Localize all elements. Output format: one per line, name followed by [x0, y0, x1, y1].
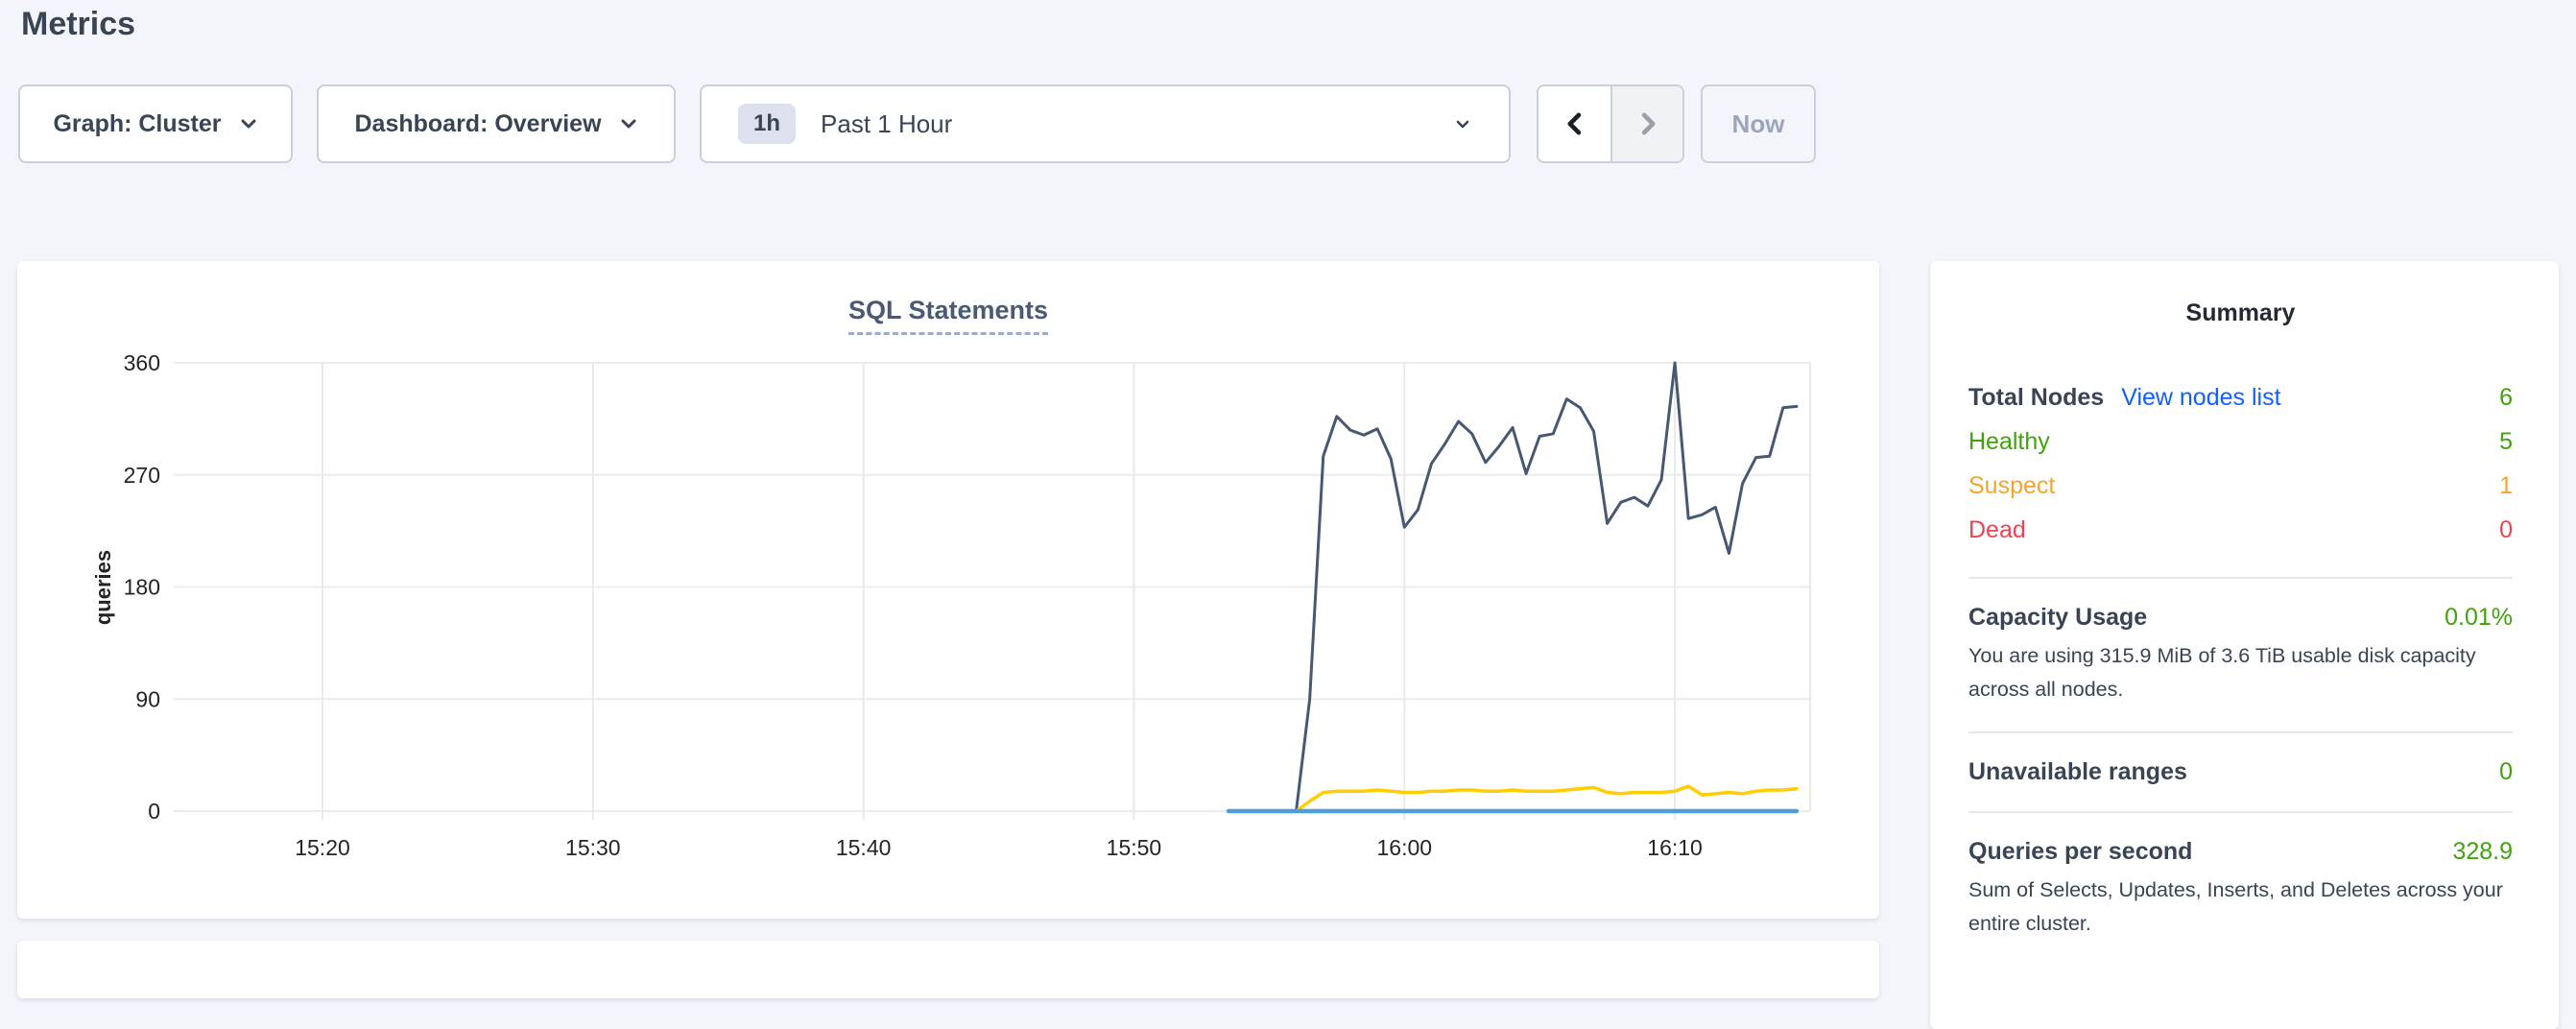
x-tick-label: 15:30: [565, 835, 621, 860]
capacity-usage-row: Capacity Usage 0.01%: [1968, 604, 2513, 632]
page-title: Metrics: [21, 0, 135, 48]
healthy-value: 5: [2499, 428, 2513, 456]
unavailable-ranges-value: 0: [2499, 758, 2513, 786]
dead-nodes-row: Dead 0: [1968, 508, 2513, 552]
summary-title: Summary: [1968, 299, 2513, 327]
view-nodes-list-link[interactable]: View nodes list: [2121, 384, 2280, 412]
time-range-dropdown[interactable]: 1h Past 1 Hour: [700, 84, 1511, 163]
queries-per-second-description: Sum of Selects, Updates, Inserts, and De…: [1968, 873, 2513, 941]
total-nodes-value: 6: [2499, 384, 2513, 412]
x-tick-label: 16:10: [1647, 835, 1703, 860]
total-nodes-label: Total Nodes: [1968, 384, 2104, 412]
y-tick-label: 180: [124, 575, 160, 600]
time-window-badge: 1h: [738, 104, 796, 144]
chevron-down-icon: [239, 114, 258, 133]
total-nodes-row: Total Nodes View nodes list 6: [1968, 375, 2513, 419]
queries-per-second-value: 328.9: [2452, 838, 2513, 866]
x-tick-label: 16:00: [1376, 835, 1432, 860]
graph-dropdown[interactable]: Graph: Cluster: [18, 84, 293, 163]
chevron-down-icon: [1453, 114, 1472, 133]
y-tick-label: 360: [124, 350, 160, 375]
suspect-label: Suspect: [1968, 472, 2055, 500]
queries-per-second-label: Queries per second: [1968, 838, 2192, 866]
dashboard-dropdown[interactable]: Dashboard: Overview: [317, 84, 676, 163]
queries-per-second-row: Queries per second 328.9: [1968, 838, 2513, 866]
dead-value: 0: [2499, 516, 2513, 544]
previous-timespan-button[interactable]: [1538, 86, 1610, 161]
next-timespan-button-disabled[interactable]: [1610, 86, 1682, 161]
x-tick-label: 15:20: [295, 835, 350, 860]
divider: [1968, 731, 2513, 733]
x-tick-label: 15:50: [1107, 835, 1162, 860]
now-button[interactable]: Now: [1701, 84, 1816, 163]
chevron-down-icon: [619, 114, 638, 133]
time-shift-button-group: [1537, 84, 1684, 163]
divider: [1968, 577, 2513, 579]
divider: [1968, 811, 2513, 813]
chevron-left-icon: [1562, 111, 1587, 136]
now-button-label: Now: [1732, 109, 1785, 139]
series-yellow-line: [1228, 786, 1797, 811]
summary-panel: Summary Total Nodes View nodes list 6 He…: [1930, 261, 2559, 1029]
healthy-nodes-row: Healthy 5: [1968, 419, 2513, 464]
x-tick-label: 15:40: [836, 835, 892, 860]
graph-dropdown-label: Graph: Cluster: [53, 110, 221, 138]
dashboard-dropdown-label: Dashboard: Overview: [354, 110, 601, 138]
time-window-label: Past 1 Hour: [821, 109, 1453, 139]
next-chart-card-partial: [17, 941, 1879, 998]
sql-statements-line-chart[interactable]: 0 90 180 270 360 15:20 15:30 15:40 15:50 16:00 16:…: [17, 261, 1879, 919]
chevron-right-icon: [1635, 111, 1660, 136]
healthy-label: Healthy: [1968, 428, 2050, 456]
suspect-value: 1: [2499, 472, 2513, 500]
y-tick-label: 270: [124, 463, 160, 488]
unavailable-ranges-label: Unavailable ranges: [1968, 758, 2187, 786]
sql-statements-chart-card: SQL Statements queries 09018027036015:20…: [17, 261, 1879, 919]
dead-label: Dead: [1968, 516, 2026, 544]
capacity-usage-label: Capacity Usage: [1968, 604, 2147, 632]
suspect-nodes-row: Suspect 1: [1968, 464, 2513, 508]
unavailable-ranges-row: Unavailable ranges 0: [1968, 758, 2513, 786]
y-tick-label: 90: [135, 686, 160, 711]
capacity-usage-value: 0.01%: [2445, 604, 2513, 632]
y-tick-label: 0: [148, 799, 160, 824]
capacity-usage-description: You are using 315.9 MiB of 3.6 TiB usabl…: [1968, 639, 2513, 706]
